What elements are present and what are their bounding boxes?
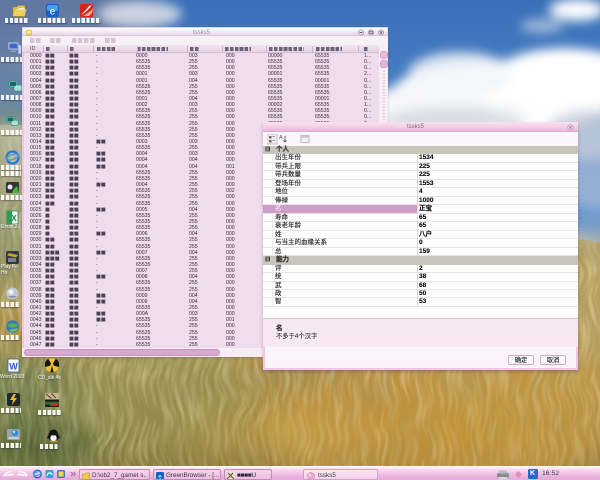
svg-text:e: e (50, 7, 56, 18)
svg-text:A: A (279, 135, 283, 141)
svg-text:W: W (9, 362, 18, 372)
svg-text:X: X (11, 214, 17, 223)
